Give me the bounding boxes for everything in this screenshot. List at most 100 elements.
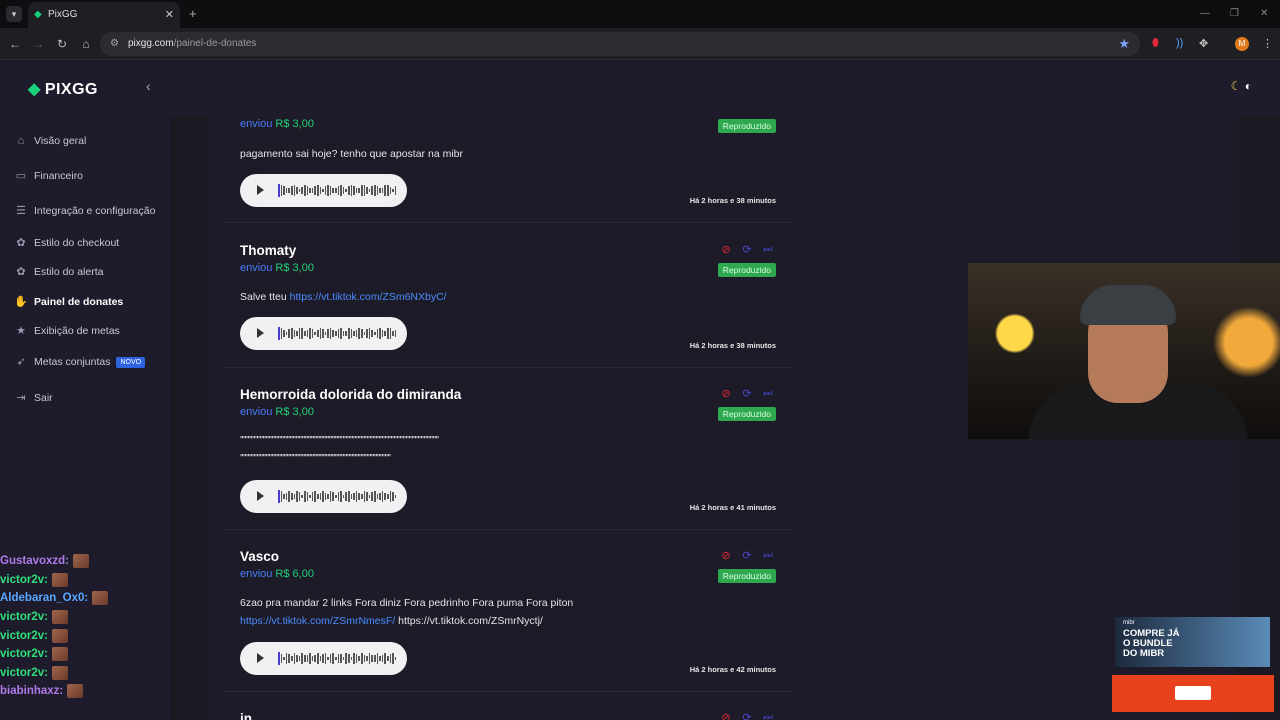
donation-time: Há 2 horas e 38 minutos: [689, 196, 776, 205]
forward-icon[interactable]: →: [30, 37, 46, 51]
card-actions: ⊘ ⟳ ⏭: [720, 387, 774, 400]
address-bar[interactable]: ⚙ pixgg.com/painel-de-donates ★: [100, 32, 1140, 56]
replay-icon[interactable]: ⟳: [741, 549, 753, 562]
chat-message: victor2v:: [0, 626, 170, 645]
block-icon[interactable]: ⊘: [720, 387, 732, 400]
waveform-bar: [332, 492, 335, 501]
minimize-icon[interactable]: —: [1200, 8, 1210, 19]
waveform-bar: [296, 654, 298, 663]
extension-shield-icon[interactable]: ⬮: [1152, 37, 1159, 50]
audio-waveform[interactable]: [278, 490, 397, 503]
sidebar-item-painel-donates[interactable]: ✋ Painel de donates: [14, 292, 123, 312]
replay-icon[interactable]: ⟳: [741, 711, 753, 720]
browser-menu-icon[interactable]: ⋮: [1262, 37, 1273, 50]
replay-icon[interactable]: ⟳: [741, 243, 753, 256]
audio-player[interactable]: [240, 317, 407, 350]
sidebar-item-integracao[interactable]: ☰ Integração e configuração: [14, 201, 155, 221]
waveform-bar: [392, 653, 394, 664]
skip-icon[interactable]: ⏭: [762, 549, 774, 562]
chat-message: victor2v:: [0, 571, 170, 590]
tab-title: PixGG: [48, 9, 78, 20]
sidebar-item-sair[interactable]: ⇥ Sair: [14, 388, 52, 408]
waveform-bar: [373, 185, 376, 196]
new-tab-icon[interactable]: +: [189, 6, 197, 21]
waveform-bar: [296, 186, 298, 195]
skip-icon[interactable]: ⏭: [762, 243, 774, 256]
message-link-plain[interactable]: https://vt.tiktok.com/ZSmrNyctj/: [398, 615, 543, 627]
waveform-bar: [345, 492, 348, 501]
restore-icon[interactable]: ❐: [1230, 8, 1239, 19]
waveform-bar: [306, 330, 309, 337]
bookmark-star-icon[interactable]: ★: [1118, 36, 1130, 52]
play-icon[interactable]: [257, 653, 264, 663]
palette-icon: ✿: [16, 266, 26, 278]
emote-icon: [51, 647, 68, 662]
waveform-bar: [293, 330, 296, 337]
waveform-bar: [358, 328, 360, 339]
waveform-bar: [314, 491, 316, 502]
close-window-icon[interactable]: ✕: [1260, 8, 1268, 19]
promo-banner: mibr COMPRE JÁ O BUNDLE DO MIBR: [1115, 617, 1270, 667]
message-link[interactable]: https://vt.tiktok.com/ZSm6NXbyC/: [290, 291, 447, 303]
emote-icon: [51, 610, 68, 625]
audio-player[interactable]: [240, 642, 407, 675]
tab-search-button[interactable]: ▾: [6, 6, 22, 22]
waveform-bar: [350, 493, 353, 500]
url-text: pixgg.com/painel-de-donates: [128, 38, 257, 49]
extension-audio-icon[interactable]: )): [1176, 37, 1183, 49]
waveform-bar: [342, 186, 345, 195]
donation-amount-line: enviou R$ 6,00: [240, 568, 314, 580]
sidebar-item-visao-geral[interactable]: ⌂ Visão geral: [14, 131, 87, 151]
waveform-bar: [371, 186, 373, 195]
donation-feed[interactable]: enviou R$ 3,00 Reproduzido pagamento sai …: [224, 116, 792, 720]
skip-icon[interactable]: ⏭: [762, 387, 774, 400]
waveform-bar: [283, 185, 285, 196]
audio-player[interactable]: [240, 480, 407, 513]
replay-icon[interactable]: ⟳: [741, 387, 753, 400]
waveform-bar: [348, 653, 350, 663]
waveform-bar: [278, 490, 280, 503]
sidebar-item-exibicao-metas[interactable]: ★ Exibição de metas: [14, 321, 120, 341]
sidebar-item-estilo-alerta[interactable]: ✿ Estilo do alerta: [14, 262, 103, 282]
collapse-sidebar-icon[interactable]: ‹: [146, 78, 151, 94]
profile-avatar[interactable]: M: [1235, 37, 1249, 51]
sidebar-item-financeiro[interactable]: ▭ Financeiro: [14, 166, 83, 186]
message-link[interactable]: https://vt.tiktok.com/ZSmrNmesF/: [240, 615, 395, 627]
pixgg-logo[interactable]: ◆ PIXGG: [28, 79, 98, 99]
audio-waveform[interactable]: [278, 652, 397, 665]
waveform-bar: [342, 657, 345, 660]
waveform-bar: [379, 188, 381, 193]
sidebar-item-estilo-checkout[interactable]: ✿ Estilo do checkout: [14, 233, 119, 253]
play-icon[interactable]: [257, 491, 264, 501]
waveform-bar: [322, 189, 324, 192]
play-icon[interactable]: [257, 185, 264, 195]
close-tab-icon[interactable]: ✕: [165, 8, 174, 21]
promo-brand: mibr: [1123, 620, 1135, 626]
waveform-bar: [316, 493, 319, 500]
audio-player[interactable]: [240, 174, 407, 207]
waveform-bar: [283, 329, 285, 338]
waveform-bar: [327, 493, 329, 500]
waveform-bar: [303, 331, 306, 336]
block-icon[interactable]: ⊘: [720, 243, 732, 256]
skip-icon[interactable]: ⏭: [762, 711, 774, 720]
browser-tab[interactable]: ◆ PixGG ✕: [28, 2, 180, 28]
waveform-bar: [340, 653, 342, 664]
block-icon[interactable]: ⊘: [720, 549, 732, 562]
extensions-puzzle-icon[interactable]: ✥: [1199, 37, 1208, 50]
sidebar-item-metas-conjuntas[interactable]: ➶ Metas conjuntas NOVO: [14, 352, 146, 372]
audio-waveform[interactable]: [278, 327, 397, 340]
chat-message: Aldebaran_Ox0:: [0, 589, 170, 608]
site-info-icon[interactable]: ⚙: [110, 38, 119, 49]
reload-icon[interactable]: ↻: [54, 37, 70, 51]
block-icon[interactable]: ⊘: [720, 711, 732, 720]
back-icon[interactable]: ←: [7, 37, 23, 51]
audio-waveform[interactable]: [278, 184, 397, 197]
home-icon[interactable]: ⌂: [78, 37, 94, 51]
play-icon[interactable]: [257, 328, 264, 338]
waveform-bar: [290, 328, 293, 339]
waveform-bar: [314, 185, 316, 196]
emote-icon: [51, 572, 68, 587]
theme-toggle-icon[interactable]: ☾ ◐: [1231, 79, 1252, 93]
waveform-bar: [327, 185, 329, 196]
